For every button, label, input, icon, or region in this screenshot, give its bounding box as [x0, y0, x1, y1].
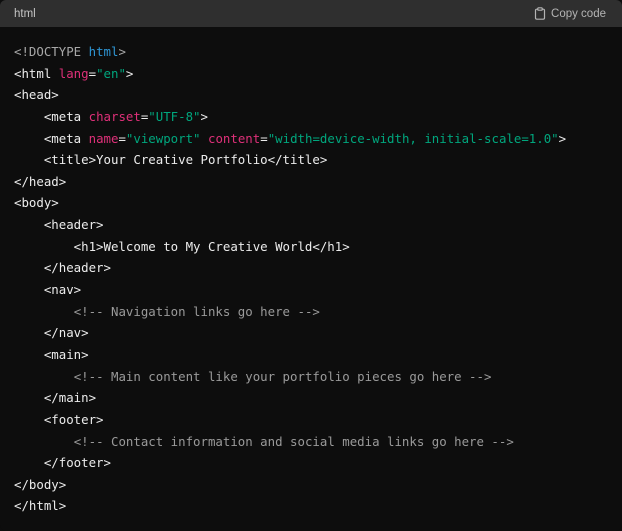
copy-code-button[interactable]: Copy code — [534, 7, 606, 20]
code-line: </header> — [14, 257, 608, 279]
code-line: </main> — [14, 387, 608, 409]
code-line: <main> — [14, 344, 608, 366]
code-block-header: html Copy code — [0, 0, 622, 27]
code-text: <h1>Welcome to My Creative World</h1> — [14, 238, 350, 254]
code-text: = — [260, 130, 268, 146]
code-text: <main> — [14, 346, 89, 362]
code-line: <!-- Main content like your portfolio pi… — [14, 366, 608, 388]
code-text: </head> — [14, 173, 67, 189]
code-line: </head> — [14, 171, 608, 193]
code-text: </header> — [14, 260, 111, 276]
code-line: <footer> — [14, 409, 608, 431]
code-line: <!DOCTYPE html> — [14, 41, 608, 63]
clipboard-icon — [534, 7, 546, 20]
code-text: > — [200, 108, 208, 124]
code-line: <header> — [14, 214, 608, 236]
code-comment: <!-- Navigation links go here --> — [73, 303, 320, 319]
code-attribute: charset — [88, 108, 141, 124]
copy-code-label: Copy code — [551, 7, 606, 20]
code-line: </body> — [14, 474, 608, 496]
code-string: "viewport" — [125, 130, 201, 146]
code-text: </html> — [14, 498, 67, 514]
code-line: <title>Your Creative Portfolio</title> — [14, 149, 608, 171]
language-label: html — [14, 7, 36, 20]
code-line: </html> — [14, 495, 608, 517]
code-line: <body> — [14, 192, 608, 214]
code-text: </nav> — [14, 325, 89, 341]
code-doctype: > — [118, 44, 126, 59]
code-text: = — [118, 130, 126, 146]
code-string: "en" — [96, 65, 126, 81]
code-attribute: name — [88, 130, 119, 146]
code-attribute: lang — [58, 65, 89, 81]
code-line: <html lang="en"> — [14, 63, 608, 85]
code-line: <!-- Navigation links go here --> — [14, 301, 608, 323]
code-block: html Copy code <!DOCTYPE html> <html lang… — [0, 0, 622, 531]
code-text: </body> — [14, 476, 67, 492]
code-text: <title>Your Creative Portfolio</title> — [14, 152, 328, 168]
code-text: </main> — [14, 390, 97, 406]
code-text: > — [125, 65, 134, 81]
code-keyword: html — [88, 44, 119, 59]
code-line: <meta name="viewport" content="width=dev… — [14, 128, 608, 150]
code-line: <nav> — [14, 279, 608, 301]
code-doctype: <!DOCTYPE — [14, 44, 89, 59]
code-text: <html — [14, 65, 59, 81]
code-line: <meta charset="UTF-8"> — [14, 106, 608, 128]
code-line: <h1>Welcome to My Creative World</h1> — [14, 236, 608, 258]
code-comment: <!-- Contact information and social medi… — [73, 433, 514, 449]
code-text: <meta — [14, 108, 89, 124]
code-text: <meta — [14, 130, 89, 146]
code-text: <nav> — [14, 282, 82, 298]
code-string: "UTF-8" — [148, 108, 201, 124]
code-text: <head> — [14, 87, 59, 103]
code-text: > — [558, 130, 567, 146]
code-line: </nav> — [14, 322, 608, 344]
code-string: "width=device-width, initial-scale=1.0" — [267, 130, 559, 146]
code-text: <footer> — [14, 411, 104, 427]
code-text: <header> — [14, 217, 104, 233]
code-text: = — [88, 65, 97, 81]
code-content: <!DOCTYPE html> <html lang="en"> <head> <m… — [0, 27, 622, 517]
code-line: <head> — [14, 84, 608, 106]
code-attribute: content — [208, 130, 261, 146]
code-line: </footer> — [14, 452, 608, 474]
code-line: <!-- Contact information and social medi… — [14, 431, 608, 453]
code-text: </footer> — [14, 455, 111, 471]
code-text: <body> — [14, 195, 59, 211]
code-comment: <!-- Main content like your portfolio pi… — [73, 368, 492, 384]
